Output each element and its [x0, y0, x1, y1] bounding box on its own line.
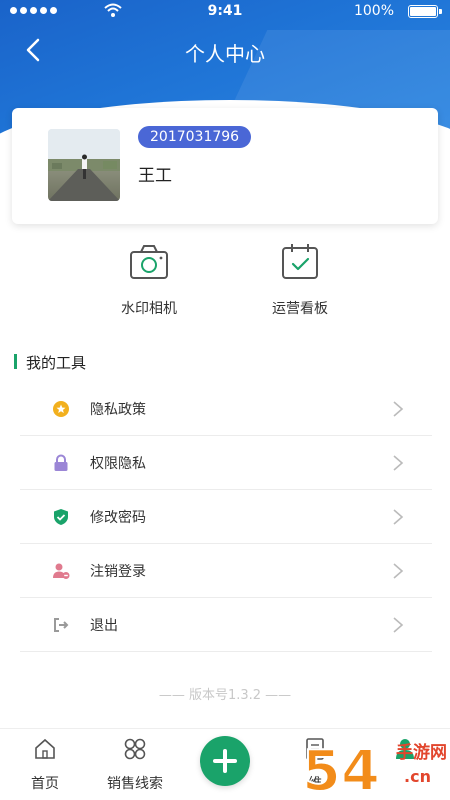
grid-icon — [124, 738, 146, 760]
status-bar: 9:41 100% — [0, 0, 450, 24]
menu-item-privacy-policy[interactable]: 隐私政策 — [20, 382, 432, 436]
operations-dashboard-label: 运营看板 — [272, 301, 328, 317]
privacy-star-icon — [53, 401, 69, 417]
page-title: 个人中心 — [185, 42, 265, 66]
tools-menu: 隐私政策 权限隐私 修改密码 注销登录 退出 — [20, 382, 432, 652]
add-button[interactable] — [200, 736, 250, 786]
chevron-right-icon — [393, 563, 404, 579]
site-watermark-logo: 54 手游网 .cn — [301, 738, 447, 800]
svg-text:手游网: 手游网 — [396, 742, 447, 763]
home-icon — [35, 738, 55, 759]
menu-item-change-password[interactable]: 修改密码 — [20, 490, 432, 544]
watermark-camera-label: 水印相机 — [121, 301, 177, 317]
menu-item-label: 注销登录 — [90, 564, 146, 580]
profile-card[interactable]: 2017031796 王工 — [12, 108, 438, 224]
section-title-my-tools: 我的工具 — [14, 352, 86, 373]
lock-icon — [54, 454, 68, 471]
user-id-badge: 2017031796 — [138, 126, 252, 148]
chevron-right-icon — [393, 455, 404, 471]
battery-icon — [408, 5, 442, 18]
menu-item-label: 隐私政策 — [90, 402, 146, 418]
menu-item-label: 退出 — [90, 618, 118, 634]
menu-item-label: 权限隐私 — [90, 456, 146, 472]
camera-icon — [130, 245, 168, 279]
tab-sales-leads[interactable]: 销售线索 — [90, 737, 180, 793]
operations-dashboard-button[interactable]: 运营看板 — [240, 240, 360, 318]
svg-text:.cn: .cn — [404, 767, 431, 786]
calendar-check-icon — [282, 244, 318, 279]
menu-item-label: 修改密码 — [90, 510, 146, 526]
menu-item-exit[interactable]: 退出 — [20, 598, 432, 652]
tab-home[interactable]: 首页 — [0, 737, 90, 793]
chevron-right-icon — [393, 617, 404, 633]
exit-icon — [54, 618, 69, 632]
chevron-right-icon — [393, 401, 404, 417]
menu-item-permission-privacy[interactable]: 权限隐私 — [20, 436, 432, 490]
chevron-right-icon — [393, 509, 404, 525]
user-remove-icon — [53, 563, 70, 579]
menu-item-logout-account[interactable]: 注销登录 — [20, 544, 432, 598]
shield-check-icon — [54, 509, 68, 525]
watermark-camera-button[interactable]: 水印相机 — [89, 240, 209, 318]
version-label: —— 版本号1.3.2 —— — [158, 688, 292, 703]
user-name: 王工 — [138, 166, 172, 186]
avatar[interactable] — [48, 129, 120, 201]
svg-text:54: 54 — [302, 739, 380, 800]
battery-percent: 100% — [353, 3, 394, 19]
tab-label: 首页 — [31, 776, 59, 792]
tab-label: 销售线索 — [107, 776, 163, 792]
